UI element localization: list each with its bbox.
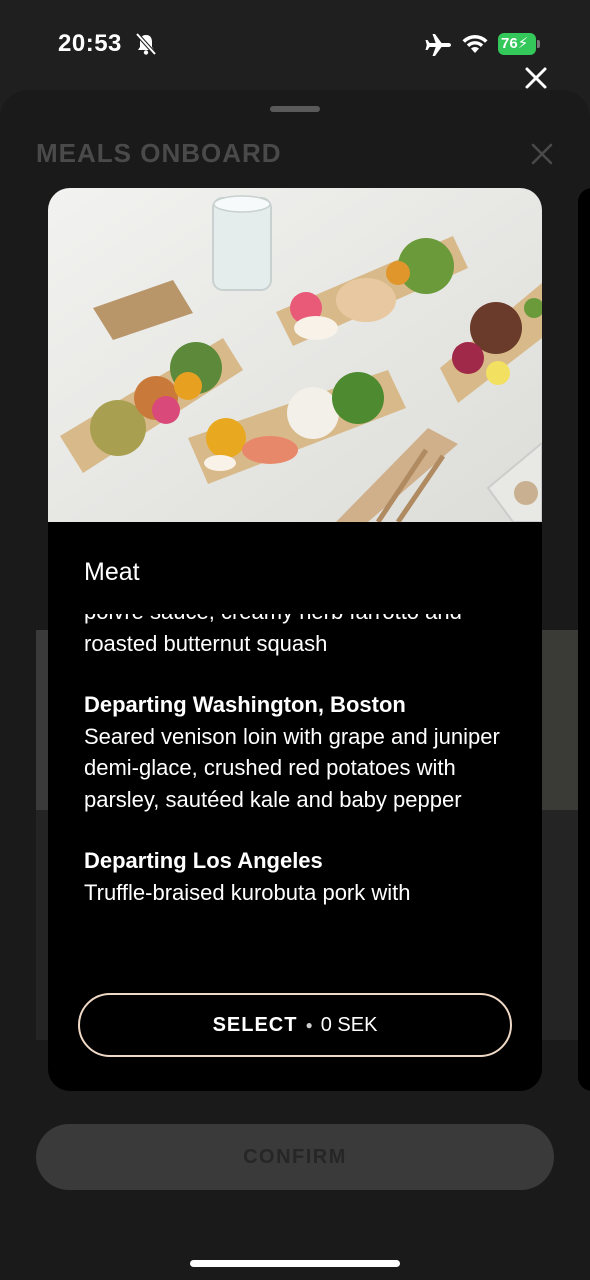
meal-photo [48, 188, 542, 522]
wifi-icon [462, 34, 488, 53]
meal-description-partial: poivre sauce, creamy herb farrotto and r… [84, 614, 462, 656]
separator-dot: ● [305, 1018, 313, 1032]
screen: 20:53 76⚡ MEALS ONBOARD Meat roasted but… [0, 0, 590, 1280]
meal-card: Meat poivre sauce, creamy herb farrotto … [48, 188, 542, 1091]
confirm-button[interactable]: CONFIRM [36, 1124, 554, 1190]
select-price: 0 SEK [320, 1013, 378, 1036]
status-bar: 20:53 76⚡ [0, 0, 590, 88]
meal-category: Meat [84, 558, 140, 586]
next-meal-card[interactable] [578, 188, 590, 1091]
departure-section: Departing Los Angeles Truffle-braised ku… [84, 845, 514, 908]
background-card [542, 810, 578, 1040]
departure-heading: Departing Washington, Boston [84, 692, 406, 717]
meal-description-scroll[interactable]: poivre sauce, creamy herb farrotto and r… [84, 614, 514, 954]
background-image [542, 630, 578, 810]
departure-section: Departing Washington, Boston Seared veni… [84, 689, 514, 815]
departure-menu-text: Seared venison loin with grape and junip… [84, 723, 500, 812]
background-image [36, 630, 48, 810]
select-button[interactable]: SELECT ● 0 SEK [78, 993, 512, 1057]
departure-menu-text: Truffle-braised kurobuta pork with [84, 879, 411, 905]
battery-icon: 76⚡ [498, 33, 540, 55]
meal-details: Meat [84, 558, 514, 599]
sheet-title: MEALS ONBOARD [36, 138, 282, 168]
select-label: SELECT [212, 1013, 298, 1036]
status-time: 20:53 [58, 30, 122, 57]
airplane-icon [425, 34, 451, 56]
background-card [36, 810, 48, 1040]
sheet-handle[interactable] [270, 106, 320, 112]
bell-off-icon [135, 32, 157, 56]
departure-heading: Departing Los Angeles [84, 848, 323, 873]
close-icon[interactable] [528, 140, 556, 168]
home-indicator[interactable] [190, 1260, 400, 1267]
meal-description: poivre sauce, creamy herb farrotto and r… [84, 614, 514, 908]
battery-level: 76⚡ [498, 33, 536, 55]
